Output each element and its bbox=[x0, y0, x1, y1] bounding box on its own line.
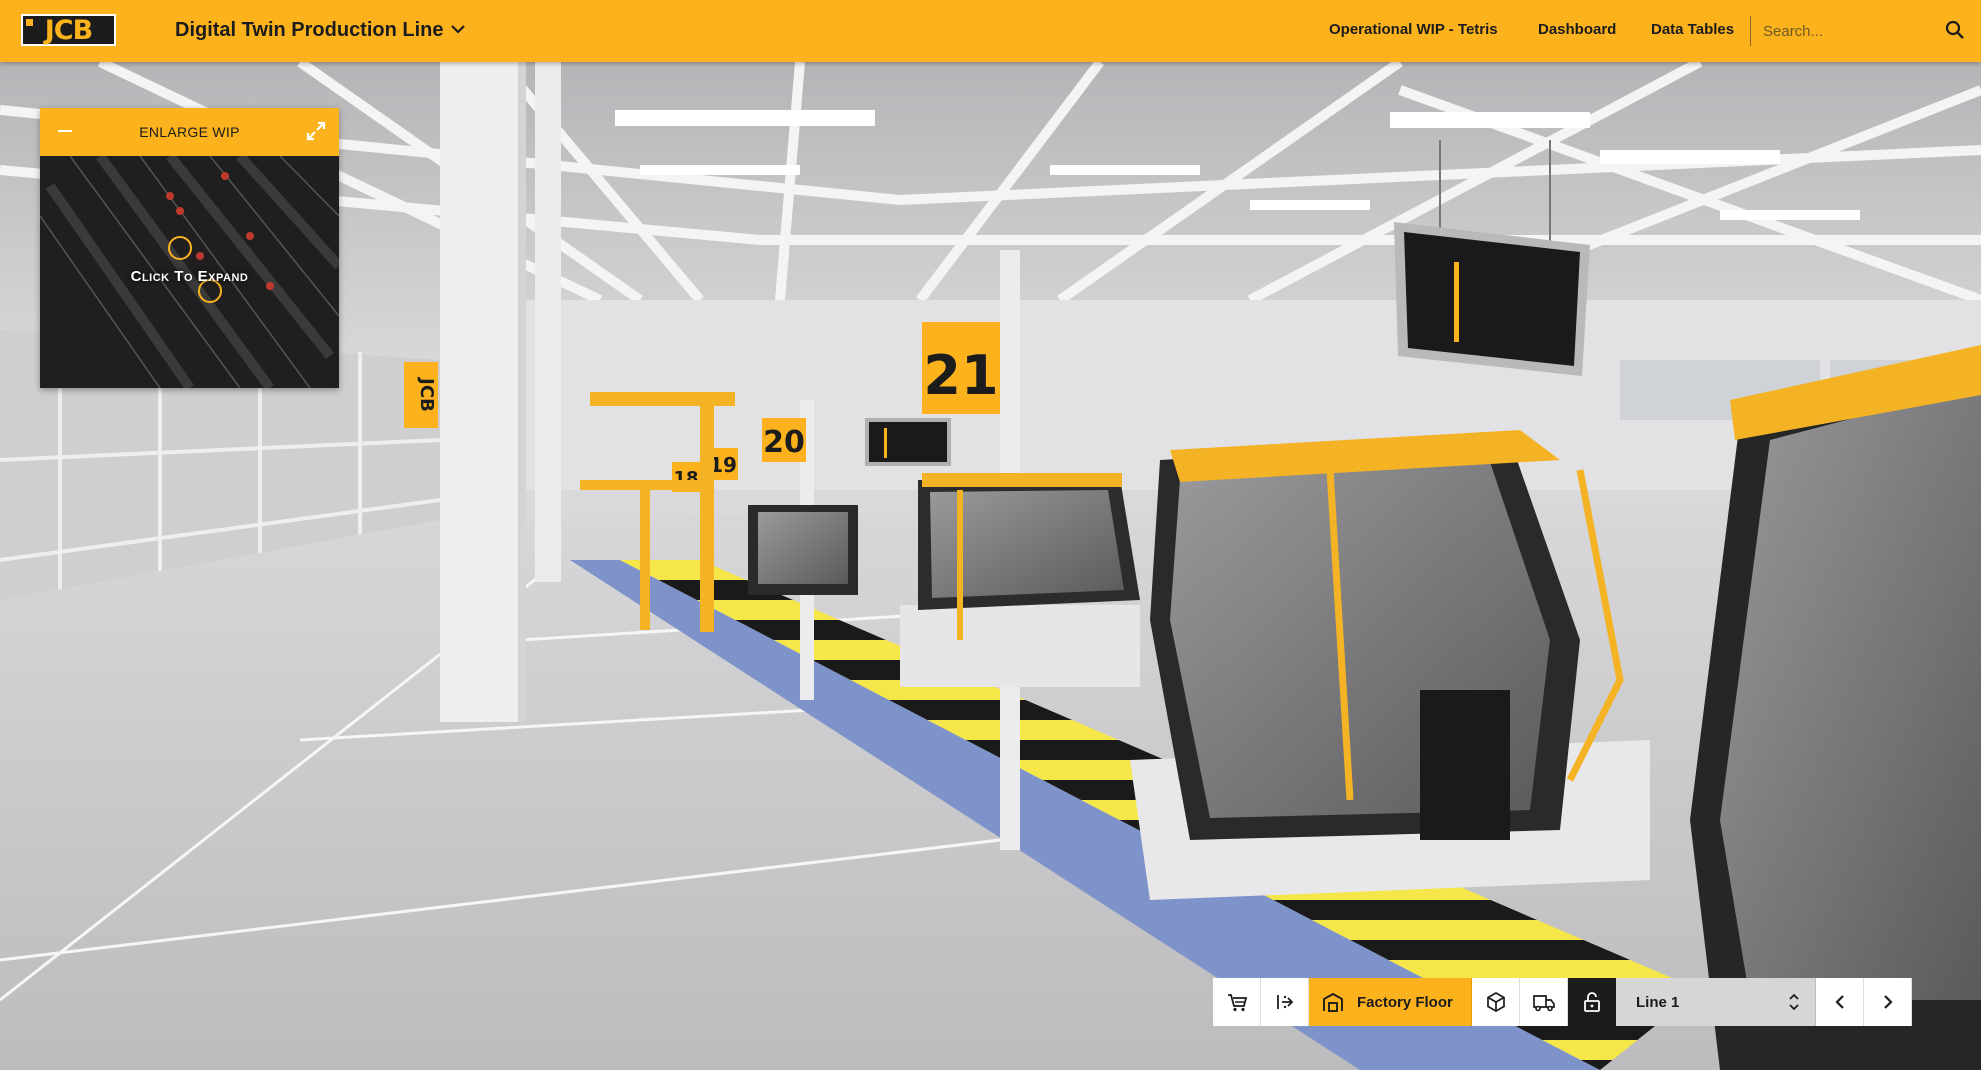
cube-icon bbox=[1486, 992, 1505, 1012]
pillar-main bbox=[440, 62, 524, 722]
factory-floor-button[interactable]: Factory Floor bbox=[1309, 978, 1472, 1026]
unlock-icon bbox=[1584, 992, 1600, 1012]
hanging-screen-small bbox=[865, 418, 951, 466]
cart-icon bbox=[1227, 994, 1247, 1012]
wip-minimap-panel: ENLARGE WIP Click To Expand bbox=[40, 108, 339, 388]
cart-view-button[interactable] bbox=[1213, 978, 1261, 1026]
updown-chevron-icon bbox=[1789, 993, 1799, 1011]
factory-floor-icon bbox=[1323, 992, 1343, 1012]
cab-station-21 bbox=[900, 473, 1140, 687]
click-to-expand-label[interactable]: Click To Expand bbox=[40, 268, 339, 285]
sign-20-text: 20 bbox=[763, 425, 805, 460]
line-flow-view-button[interactable] bbox=[1261, 978, 1309, 1026]
wip-panel-title: ENLARGE WIP bbox=[139, 124, 240, 140]
view-toolbar: Factory Floor Line 1 bbox=[1213, 978, 1912, 1026]
jcb-logo[interactable]: JCB bbox=[21, 14, 116, 46]
app-title[interactable]: Digital Twin Production Line bbox=[175, 19, 444, 42]
nav-dashboard[interactable]: Dashboard bbox=[1538, 21, 1616, 38]
search-input[interactable] bbox=[1763, 17, 1933, 45]
delivery-view-button[interactable] bbox=[1520, 978, 1568, 1026]
next-button[interactable] bbox=[1864, 978, 1912, 1026]
wip-minimap[interactable]: Click To Expand bbox=[40, 156, 339, 388]
chevron-left-icon bbox=[1834, 995, 1844, 1009]
cab-station-far bbox=[748, 505, 858, 595]
sign-21-text: 21 bbox=[923, 344, 998, 407]
wip-panel-header: ENLARGE WIP bbox=[40, 108, 339, 156]
cab-station-22 bbox=[1130, 430, 1650, 900]
expand-icon[interactable] bbox=[305, 120, 327, 142]
nav-divider bbox=[1750, 16, 1751, 46]
pillar-2 bbox=[535, 62, 561, 582]
logo-mark bbox=[26, 19, 33, 26]
previous-button[interactable] bbox=[1816, 978, 1864, 1026]
line-select-value: Line 1 bbox=[1636, 993, 1680, 1011]
factory-floor-label: Factory Floor bbox=[1357, 993, 1453, 1011]
cube-view-button[interactable] bbox=[1472, 978, 1520, 1026]
top-header-bar: JCB Digital Twin Production Line Operati… bbox=[0, 0, 1981, 62]
chevron-right-icon bbox=[1883, 995, 1893, 1009]
search-icon[interactable] bbox=[1945, 20, 1965, 40]
nav-data-tables[interactable]: Data Tables bbox=[1651, 21, 1734, 38]
wall-logo-text: JCB bbox=[416, 376, 437, 412]
line-select[interactable]: Line 1 bbox=[1616, 978, 1816, 1026]
nav-operational-wip[interactable]: Operational WIP - Tetris bbox=[1329, 21, 1498, 38]
line-flow-icon bbox=[1276, 995, 1293, 1009]
logo-text: JCB bbox=[44, 14, 93, 46]
chevron-down-icon[interactable] bbox=[447, 18, 469, 40]
truck-icon bbox=[1532, 995, 1555, 1012]
lock-toggle-button[interactable] bbox=[1568, 978, 1616, 1026]
